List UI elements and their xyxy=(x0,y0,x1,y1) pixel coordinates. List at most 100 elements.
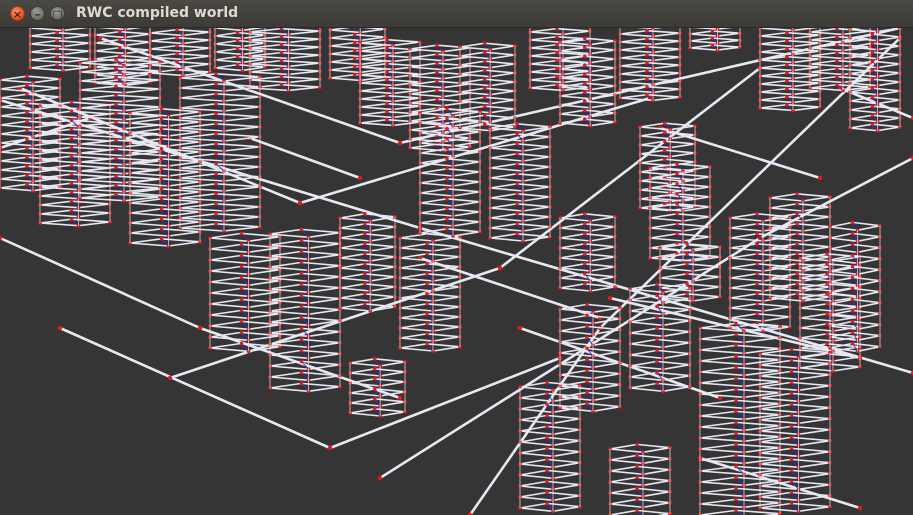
floor-node xyxy=(662,121,667,126)
floor-node xyxy=(352,56,357,61)
floor-node xyxy=(425,322,429,326)
floor-node xyxy=(425,312,429,316)
floor-node xyxy=(214,82,218,86)
floor-node xyxy=(515,152,519,156)
floor-node xyxy=(785,62,789,67)
3d-world-viewport[interactable] xyxy=(0,28,913,515)
floor-node xyxy=(870,50,875,55)
floor-node xyxy=(645,76,649,81)
floor-node xyxy=(25,110,29,115)
floor-node xyxy=(850,220,855,225)
floor-node xyxy=(175,67,179,72)
floor-node xyxy=(362,232,367,236)
floor-node xyxy=(785,78,789,83)
floor-node xyxy=(482,59,487,64)
tower-group xyxy=(0,28,902,515)
floor-node xyxy=(372,387,377,391)
floor-node xyxy=(582,108,587,113)
floor-node xyxy=(55,46,59,51)
floor-node xyxy=(870,59,875,64)
floor-node xyxy=(425,302,429,306)
floor-node xyxy=(655,282,659,287)
title-bar[interactable]: × – □ RWC compiled world xyxy=(0,0,913,28)
floor-node xyxy=(645,92,649,97)
floor-node xyxy=(362,292,367,296)
floor-node xyxy=(635,508,639,513)
floor-node xyxy=(545,424,549,429)
building-tower xyxy=(358,37,422,128)
floor-node xyxy=(835,42,839,47)
floor-node xyxy=(645,68,649,73)
floor-node xyxy=(482,50,487,55)
floor-node xyxy=(214,222,218,226)
floor-node xyxy=(114,138,118,143)
minimize-window-button[interactable]: – xyxy=(30,6,45,21)
floor-node xyxy=(239,319,244,324)
floor-node xyxy=(582,54,587,59)
floor-node xyxy=(635,486,639,491)
floor-node xyxy=(755,222,759,226)
floor-node xyxy=(835,50,839,55)
maximize-window-button[interactable]: □ xyxy=(50,6,65,21)
floor-node xyxy=(785,86,789,91)
floor-node xyxy=(582,232,587,236)
floor-node xyxy=(69,217,74,222)
floor-node xyxy=(545,446,549,451)
building-tower xyxy=(348,357,407,418)
floor-node xyxy=(795,222,799,226)
floor-node xyxy=(734,321,738,326)
floor-node xyxy=(159,177,164,181)
floor-node xyxy=(214,132,218,136)
floor-node xyxy=(789,435,794,440)
floor-node xyxy=(795,282,799,286)
road-segment xyxy=(169,266,501,380)
floor-node xyxy=(362,242,367,246)
floor-node xyxy=(870,77,875,82)
floor-node xyxy=(372,407,377,411)
floor-node xyxy=(69,199,74,204)
floor-node xyxy=(870,104,875,109)
floor-node xyxy=(279,74,284,79)
floor-node xyxy=(279,82,284,87)
floor-node xyxy=(114,75,118,80)
floor-node xyxy=(214,182,218,186)
floor-node xyxy=(545,402,549,407)
close-window-button[interactable]: × xyxy=(10,6,25,21)
floor-node xyxy=(385,45,389,50)
floor-node xyxy=(795,272,799,276)
floor-node xyxy=(435,43,439,48)
floor-node xyxy=(789,413,794,418)
floor-node xyxy=(835,34,839,39)
floor-node xyxy=(425,342,429,346)
floor-node xyxy=(825,282,829,286)
floor-node xyxy=(734,387,738,392)
road-node xyxy=(397,395,403,401)
floor-node xyxy=(69,154,74,159)
floor-node xyxy=(850,275,855,280)
floor-node xyxy=(734,508,738,513)
floor-node xyxy=(870,41,875,46)
floor-node xyxy=(734,398,738,403)
floor-node xyxy=(214,192,218,196)
floor-node xyxy=(239,242,244,247)
floor-node xyxy=(835,66,839,71)
floor-node xyxy=(850,264,855,269)
floor-node xyxy=(159,117,164,121)
floor-node xyxy=(515,232,519,236)
floor-node xyxy=(159,137,164,141)
floor-node xyxy=(545,479,549,484)
road-node xyxy=(377,475,383,481)
floor-node xyxy=(25,146,29,151)
floor-node xyxy=(385,101,389,106)
close-icon: × xyxy=(12,8,23,21)
floor-node xyxy=(425,252,429,256)
floor-node xyxy=(299,337,304,342)
building-tower xyxy=(148,28,212,78)
floor-outline xyxy=(759,28,819,32)
floor-node xyxy=(372,357,377,361)
floor-node xyxy=(299,348,304,353)
road-node xyxy=(717,395,723,401)
floor-node xyxy=(582,242,587,246)
floor-node xyxy=(385,85,389,90)
floor-node xyxy=(117,45,122,50)
